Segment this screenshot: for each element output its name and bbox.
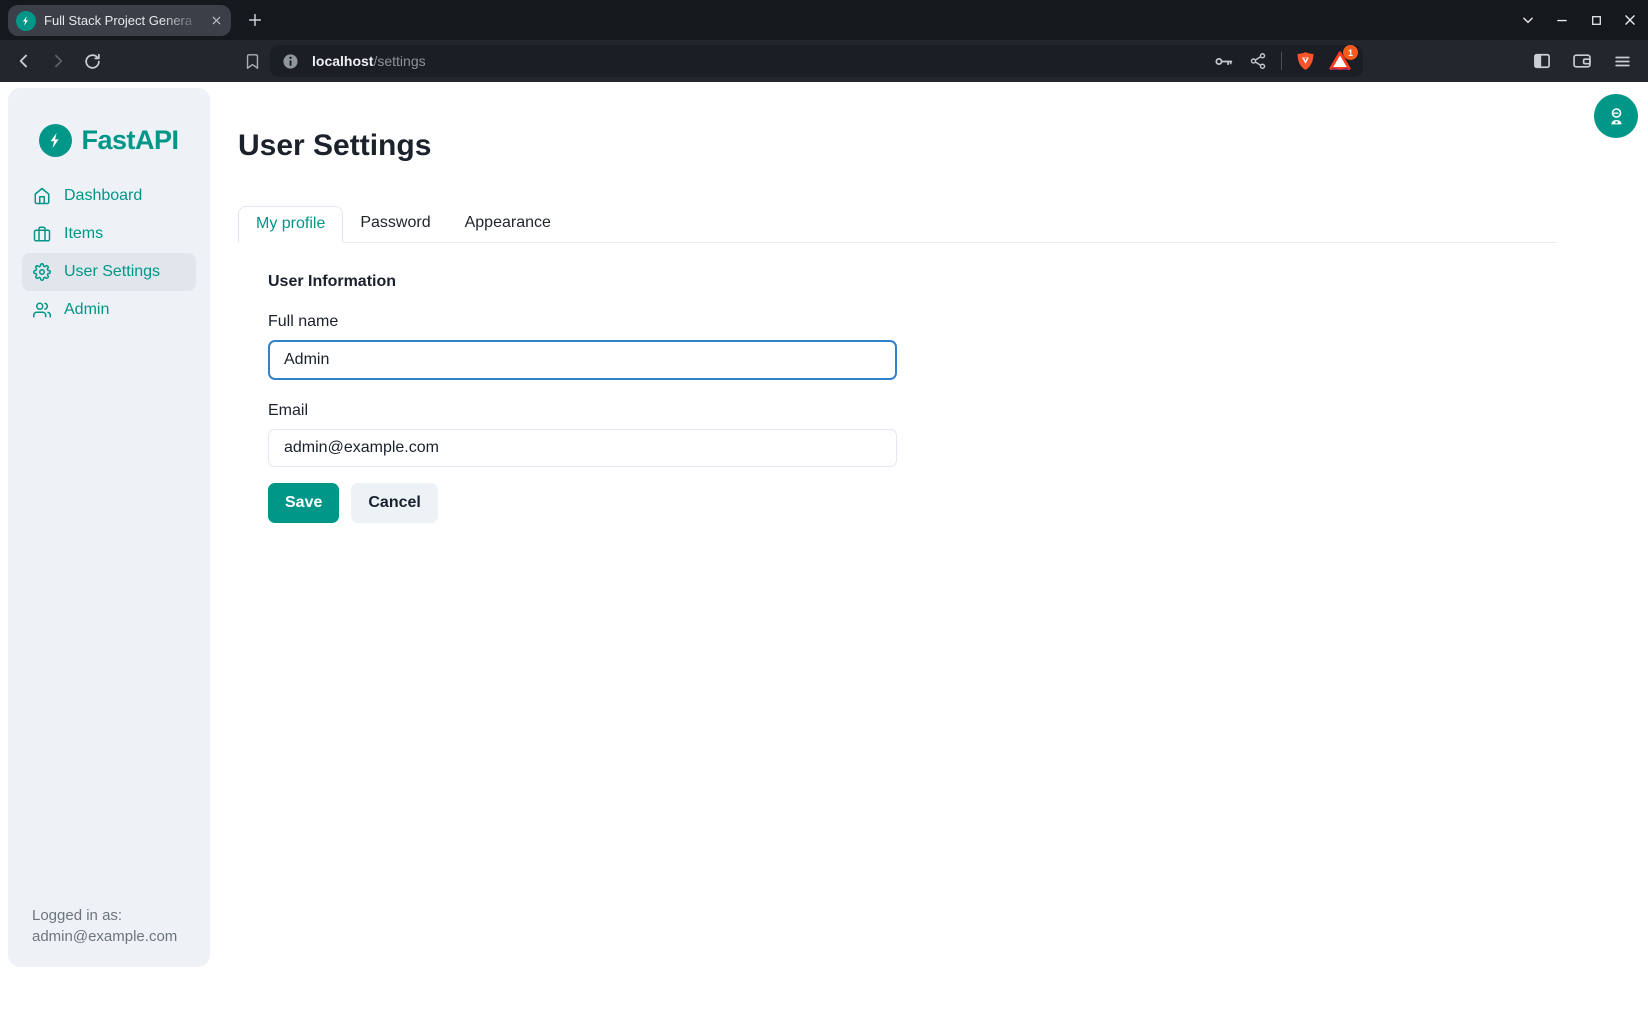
- sidebar-item-admin[interactable]: Admin: [22, 291, 196, 329]
- email-label: Email: [268, 402, 1648, 420]
- email-field[interactable]: [268, 429, 897, 467]
- brand-name: FastAPI: [81, 125, 178, 156]
- sidebar-toggle-icon[interactable]: [1530, 49, 1554, 73]
- full-name-field[interactable]: [268, 340, 897, 380]
- key-icon[interactable]: [1213, 51, 1234, 72]
- sidebar-item-items[interactable]: Items: [22, 215, 196, 253]
- sidebar-item-label: Items: [64, 225, 103, 243]
- section-title: User Information: [268, 273, 1648, 291]
- form-actions: Save Cancel: [268, 483, 1648, 523]
- page-title: User Settings: [238, 128, 1648, 164]
- browser-window: Full Stack Project Genera: [0, 0, 1648, 1025]
- tab-my-profile[interactable]: My profile: [238, 206, 343, 243]
- back-icon[interactable]: [12, 49, 36, 73]
- tab-title: Full Stack Project Genera: [44, 13, 207, 28]
- main-content: User Settings My profile Password Appear…: [210, 82, 1648, 1025]
- nav-buttons: [12, 40, 104, 82]
- menu-icon[interactable]: [1610, 49, 1634, 73]
- sidebar-item-label: Admin: [64, 301, 109, 319]
- wallet-icon[interactable]: [1570, 49, 1594, 73]
- share-icon[interactable]: [1247, 51, 1268, 72]
- logged-in-info: Logged in as: admin@example.com: [32, 905, 177, 947]
- maximize-icon[interactable]: [1588, 12, 1604, 28]
- divider: [1281, 52, 1282, 70]
- forward-icon[interactable]: [46, 49, 70, 73]
- users-icon: [33, 301, 51, 319]
- tab-list: My profile Password Appearance: [238, 206, 1556, 243]
- rewards-badge: 1: [1343, 45, 1358, 60]
- info-icon[interactable]: [282, 53, 299, 70]
- fastapi-logo: FastAPI: [8, 124, 210, 157]
- gear-icon: [33, 263, 51, 281]
- logged-in-label: Logged in as:: [32, 905, 177, 926]
- sidebar-nav: Dashboard Items User Settings: [22, 177, 196, 329]
- toolbar-right: [1530, 40, 1634, 82]
- url-text: localhost/settings: [312, 53, 426, 69]
- browser-titlebar: Full Stack Project Genera: [0, 0, 1648, 40]
- brave-rewards-icon[interactable]: 1: [1329, 50, 1351, 72]
- minimize-icon[interactable]: [1554, 12, 1570, 28]
- full-name-label: Full name: [268, 313, 1648, 331]
- reload-icon[interactable]: [80, 49, 104, 73]
- home-icon: [33, 187, 51, 205]
- sidebar-item-user-settings[interactable]: User Settings: [22, 253, 196, 291]
- tab-password[interactable]: Password: [343, 206, 447, 242]
- page-content: FastAPI Dashboard Items: [0, 82, 1648, 1025]
- bookmark-icon[interactable]: [241, 50, 263, 72]
- url-actions: 1: [1213, 50, 1351, 72]
- sidebar: FastAPI Dashboard Items: [8, 88, 210, 967]
- url-bar[interactable]: localhost/settings 1: [270, 45, 1363, 77]
- profile-panel: User Information Full name Email Save Ca…: [238, 243, 1648, 523]
- fastapi-bolt-icon: [39, 124, 72, 157]
- browser-toolbar: localhost/settings 1: [0, 40, 1648, 82]
- sidebar-item-label: User Settings: [64, 263, 160, 281]
- browser-tab[interactable]: Full Stack Project Genera: [8, 5, 231, 36]
- briefcase-icon: [33, 225, 51, 243]
- window-close-icon[interactable]: [1622, 12, 1638, 28]
- sidebar-item-dashboard[interactable]: Dashboard: [22, 177, 196, 215]
- save-button[interactable]: Save: [268, 483, 339, 523]
- tab-appearance[interactable]: Appearance: [448, 206, 568, 242]
- chevron-down-icon[interactable]: [1520, 12, 1536, 28]
- logged-in-email: admin@example.com: [32, 926, 177, 947]
- tab-close-icon[interactable]: [207, 12, 225, 30]
- favicon-bolt-icon: [16, 11, 36, 31]
- sidebar-item-label: Dashboard: [64, 187, 142, 205]
- new-tab-icon[interactable]: [245, 10, 265, 30]
- brave-shield-icon[interactable]: [1295, 51, 1316, 72]
- cancel-button[interactable]: Cancel: [351, 483, 437, 523]
- window-controls: [1520, 0, 1638, 40]
- url-path: /settings: [373, 53, 425, 69]
- url-host: localhost: [312, 53, 373, 69]
